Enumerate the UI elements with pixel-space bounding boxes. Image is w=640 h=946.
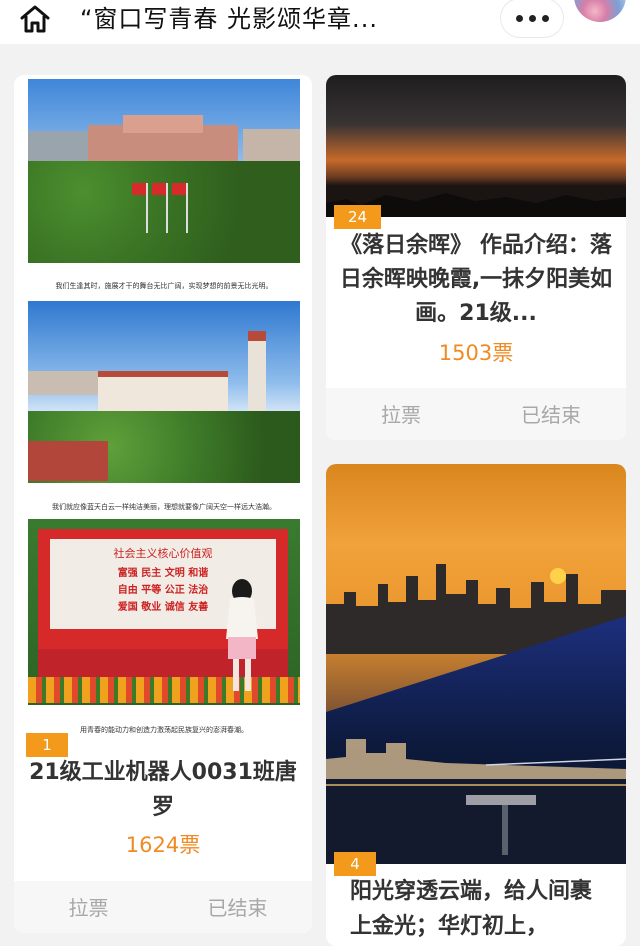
photo-caption: 用青春的能动力和创造力激荡起民族复兴的澎湃春潮。 xyxy=(80,726,248,734)
entry-card[interactable]: 我们生逢其时，施展才干的舞台无比广阔，实现梦想的前景无比光明。 我们就应像蓝天白… xyxy=(14,75,312,933)
rank-badge: 1 xyxy=(26,733,68,757)
photo-caption: 我们就应像蓝天白云一样纯洁美丽，理想就要像广阔天空一样远大浩瀚。 xyxy=(52,503,276,511)
student-figure xyxy=(226,579,258,691)
campus-photo xyxy=(28,79,300,263)
entry-title[interactable]: 阳光穿透云端，给人间裹上金光；华灯初上， xyxy=(326,874,626,944)
page-title: “窗口写青春 光影颂华章... xyxy=(80,5,378,33)
entry-photo[interactable] xyxy=(326,464,626,864)
more-button[interactable] xyxy=(500,0,564,38)
entry-actions: 拉票 已结束 xyxy=(14,881,312,933)
home-button[interactable] xyxy=(16,2,54,36)
canvass-button[interactable]: 拉票 xyxy=(326,388,476,440)
entry-photo[interactable]: 我们生逢其时，施展才干的舞台无比广阔，实现梦想的前景无比光明。 我们就应像蓝天白… xyxy=(14,75,312,755)
more-dots-icon xyxy=(515,14,523,22)
photo-caption: 我们生逢其时，施展才干的舞台无比广阔，实现梦想的前景无比光明。 xyxy=(55,282,273,290)
entry-card[interactable]: 24 《落日余晖》 作品介绍：落日余晖映晚霞,一抹夕阳美如画。21级... 15… xyxy=(326,75,626,440)
avatar[interactable] xyxy=(574,0,626,22)
rank-badge: 4 xyxy=(334,852,376,876)
canvass-button[interactable]: 拉票 xyxy=(14,881,163,933)
home-icon xyxy=(20,5,50,33)
campus-tower-photo xyxy=(28,301,300,483)
night-city xyxy=(326,739,626,864)
entry-card[interactable]: 4 阳光穿透云端，给人间裹上金光；华灯初上， xyxy=(326,464,626,946)
entry-title[interactable]: 21级工业机器人0031班唐罗 xyxy=(14,755,312,825)
ended-status: 已结束 xyxy=(521,403,581,427)
rank-badge: 24 xyxy=(334,205,382,229)
vote-count: 1503票 xyxy=(438,341,514,365)
entry-actions: 拉票 已结束 xyxy=(326,388,626,440)
vote-count: 1624票 xyxy=(125,833,201,857)
values-board-photo: 社会主义核心价值观 富强 民主 文明 和谐 自由 平等 公正 法治 爱国 敬业 … xyxy=(28,519,300,705)
entry-photo[interactable] xyxy=(326,75,626,217)
entry-title[interactable]: 《落日余晖》 作品介绍：落日余晖映晚霞,一抹夕阳美如画。21级... xyxy=(326,229,626,331)
ended-status: 已结束 xyxy=(207,896,268,920)
board-heading: 社会主义核心价值观 xyxy=(113,547,213,560)
top-bar: “窗口写青春 光影颂华章... xyxy=(0,0,640,44)
